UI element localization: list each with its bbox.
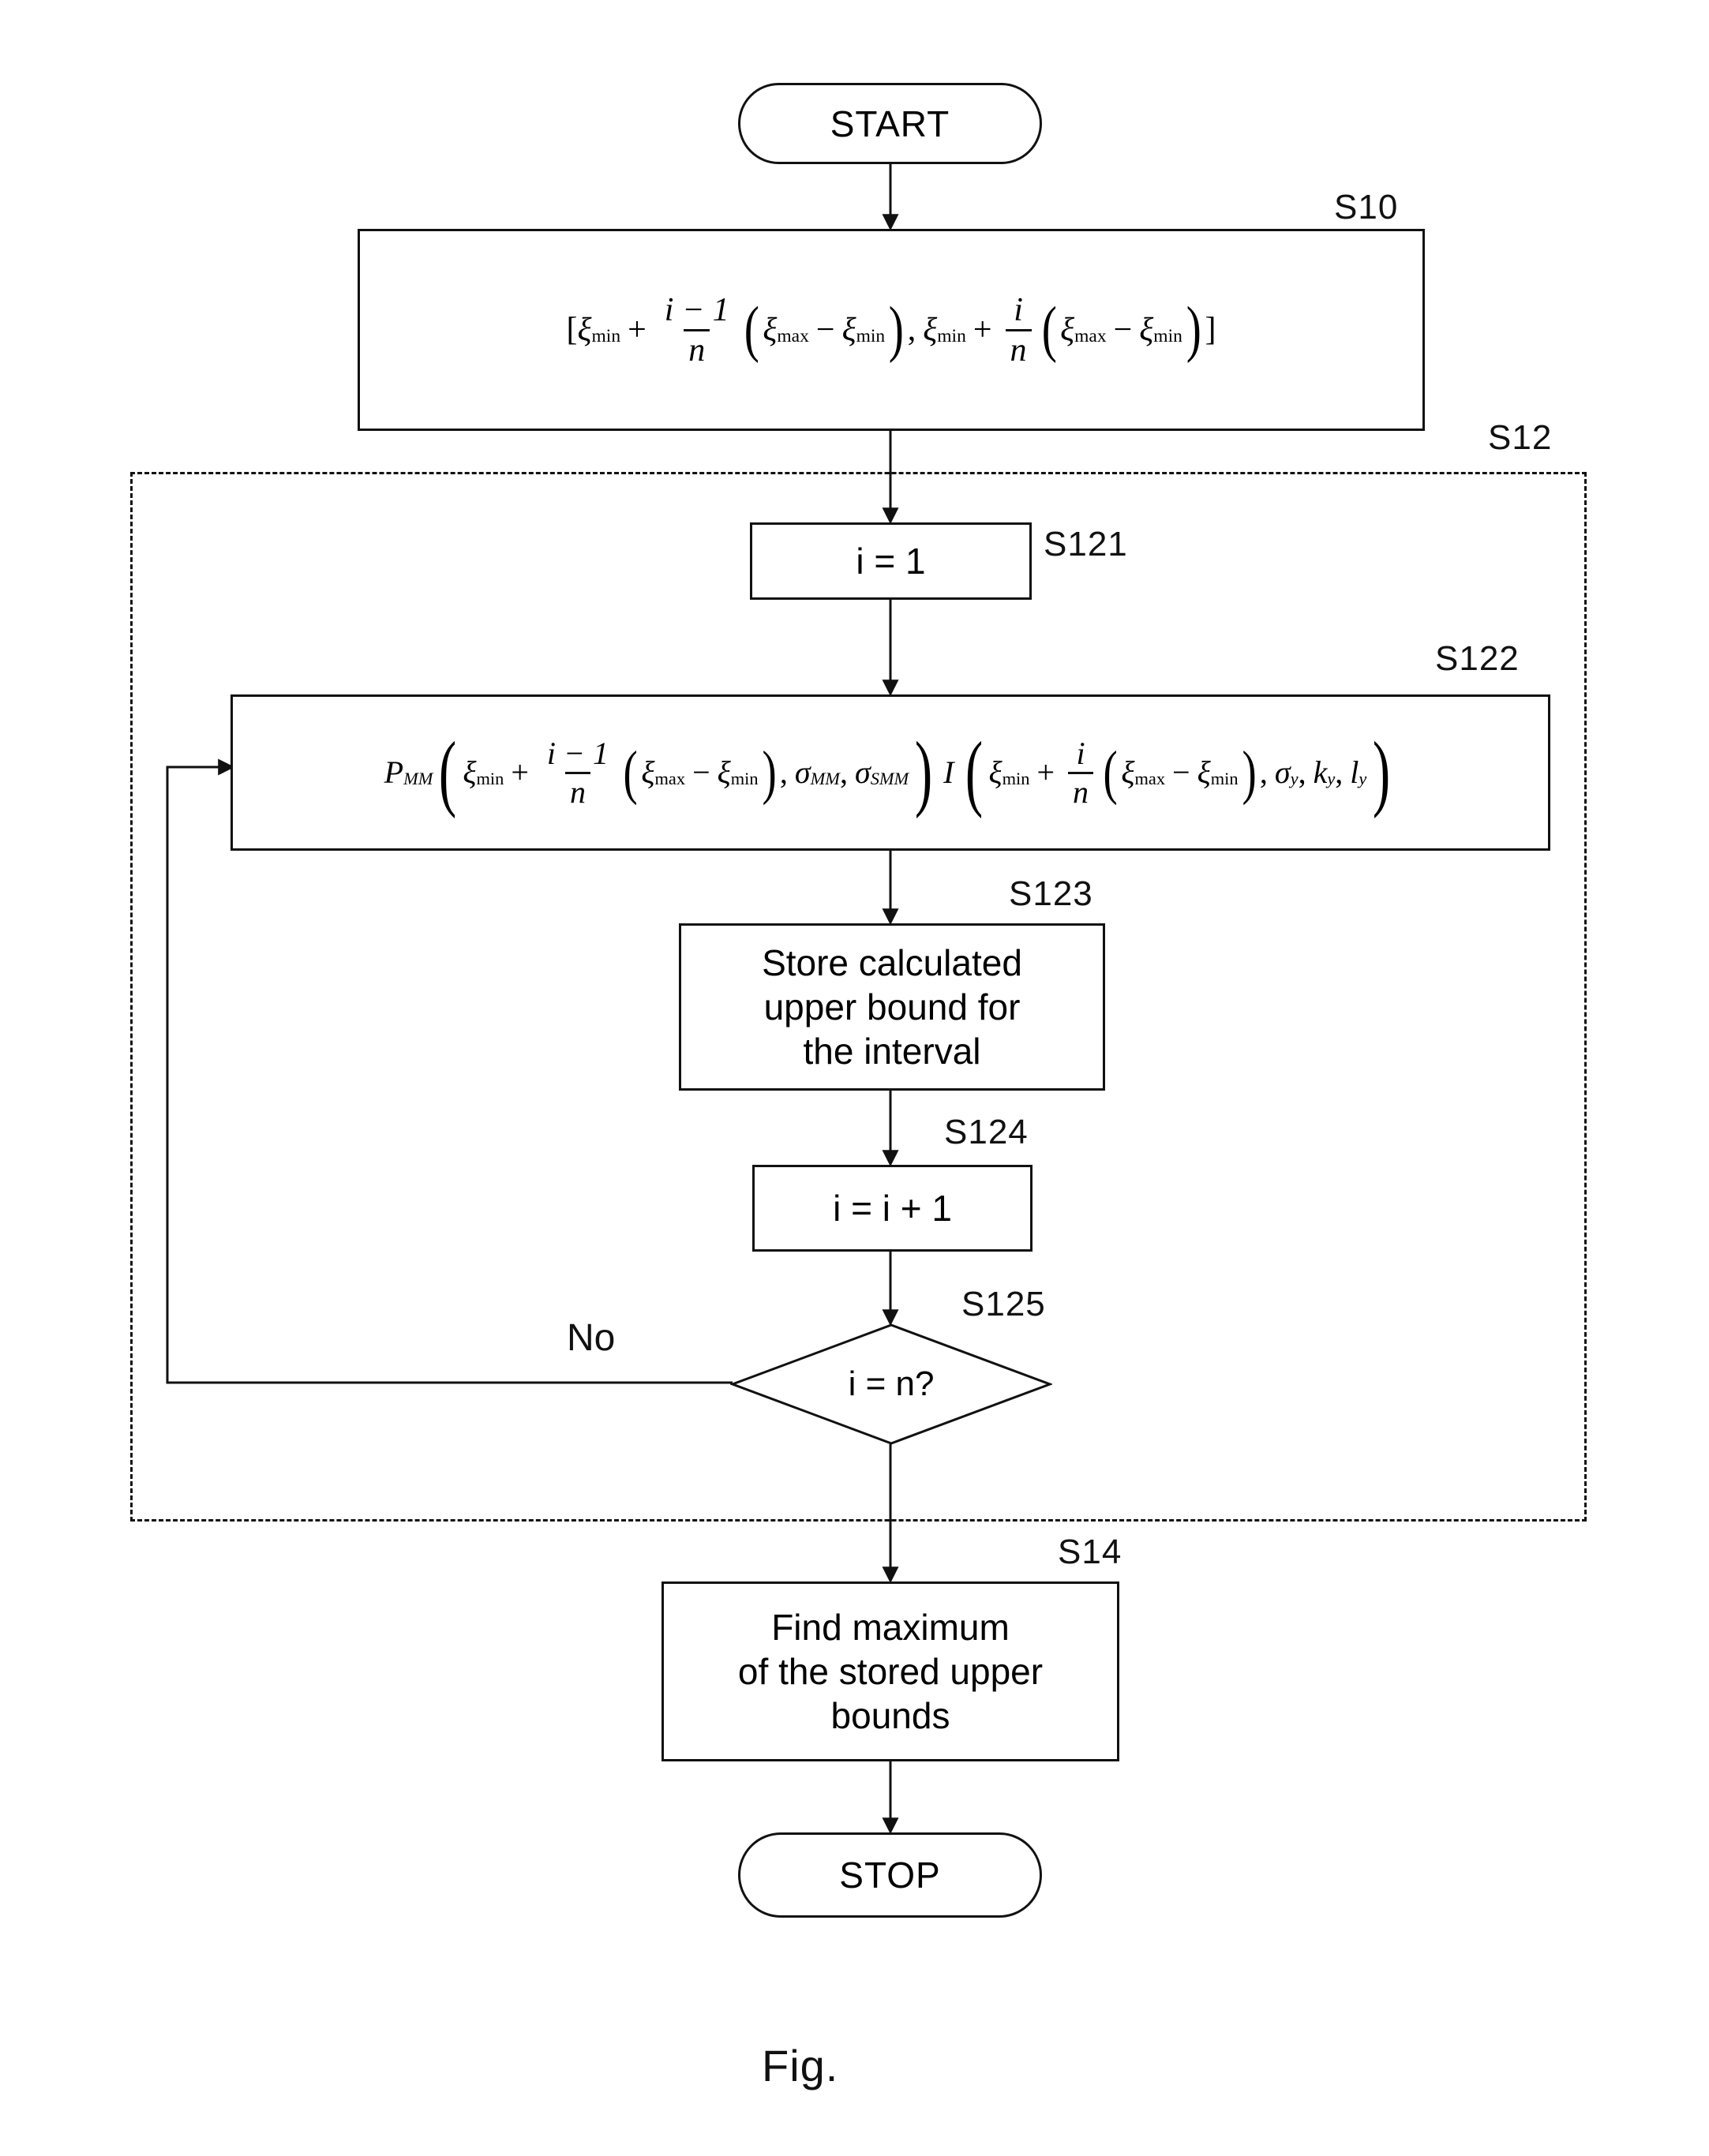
step-label-s12: S12 xyxy=(1488,418,1553,457)
step-label-s123: S123 xyxy=(1009,874,1093,913)
step-label-s124: S124 xyxy=(944,1113,1029,1151)
process-s123-line1: Store calculated xyxy=(762,941,1022,983)
process-s14-line1: Find maximum xyxy=(771,1606,1010,1648)
process-s10: [ξ min + i − 1 n (ξ max − ξ min) , ξ min + i … xyxy=(358,229,1425,431)
step-label-s10: S10 xyxy=(1334,188,1399,226)
terminator-stop: STOP xyxy=(738,1832,1042,1918)
terminator-start-label: START xyxy=(830,103,950,144)
process-s121-label: i = 1 xyxy=(856,540,926,582)
step-label-s121: S121 xyxy=(1044,525,1128,563)
branch-label-no: No xyxy=(567,1317,616,1359)
decision-s125-label: i = n? xyxy=(848,1364,935,1403)
figure-canvas: S12 START [ξ min + i − 1 n (ξ max − ξ min) ,… xyxy=(0,0,1709,2156)
figure-caption: Fig. xyxy=(762,2041,839,2090)
process-s123: Store calculated upper bound for the int… xyxy=(679,923,1105,1091)
process-s14-line2: of the stored upper xyxy=(737,1650,1044,1692)
formula-s122: P MM ( ξ min + i − 1 n (ξ max − ξ min) , σ MM,… xyxy=(384,725,1391,819)
process-s123-line2: upper bound for xyxy=(763,986,1021,1027)
terminator-start: START xyxy=(738,83,1042,164)
decision-s125: i = n? xyxy=(729,1323,1054,1446)
formula-s10: [ξ min + i − 1 n (ξ max − ξ min) , ξ min + i … xyxy=(566,291,1216,369)
step-label-s122: S122 xyxy=(1435,639,1520,678)
process-s123-line3: the interval xyxy=(803,1031,981,1072)
process-s14-line3: bounds xyxy=(830,1695,950,1737)
process-s14: Find maximum of the stored upper bounds xyxy=(661,1581,1119,1761)
step-label-s125: S125 xyxy=(961,1285,1046,1323)
step-label-s14: S14 xyxy=(1058,1533,1122,1571)
process-s124: i = i + 1 xyxy=(752,1165,1033,1252)
process-s121: i = 1 xyxy=(750,522,1032,600)
process-s124-label: i = i + 1 xyxy=(833,1187,952,1229)
terminator-stop-label: STOP xyxy=(839,1855,941,1896)
process-s122: P MM ( ξ min + i − 1 n (ξ max − ξ min) , σ MM,… xyxy=(230,694,1550,851)
